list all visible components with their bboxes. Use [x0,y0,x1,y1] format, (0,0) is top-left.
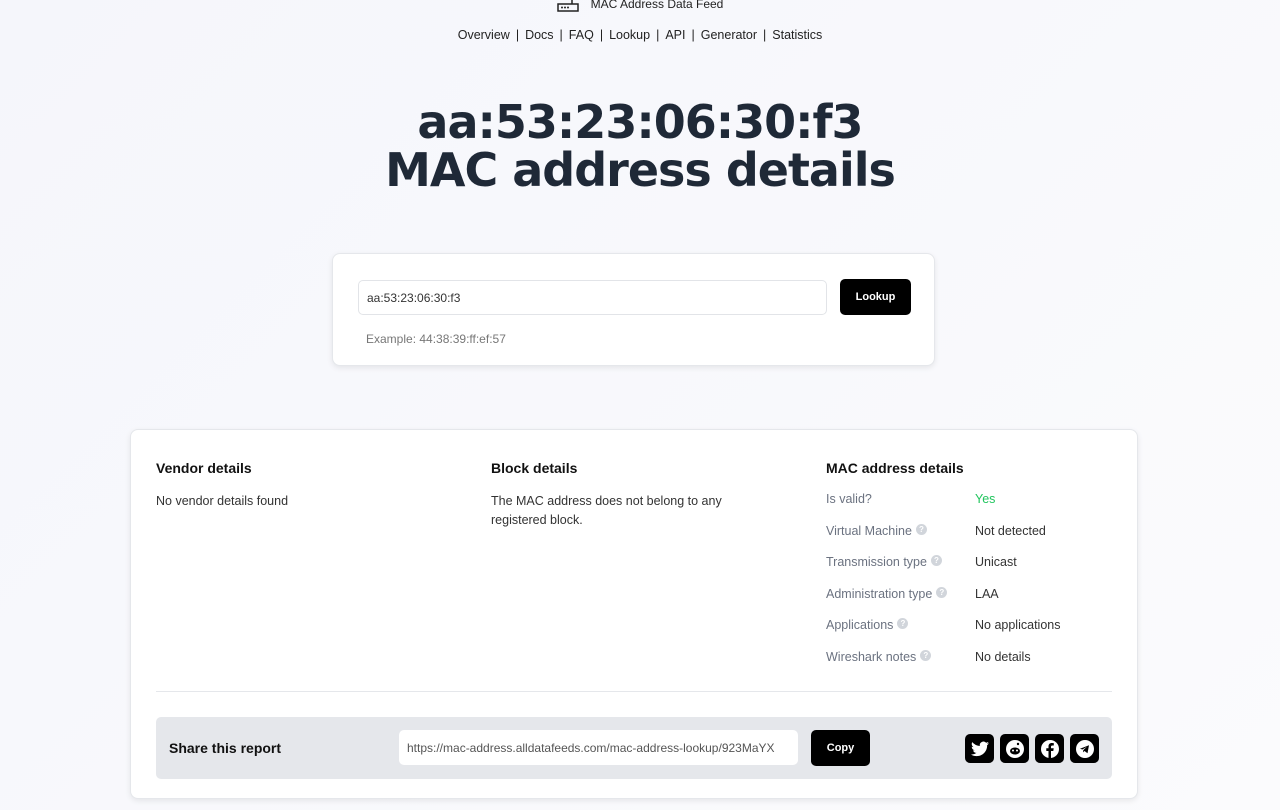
row-key: Transmission type [826,555,927,569]
copy-button[interactable]: Copy [811,730,870,766]
row-value: No applications [975,618,1061,632]
mac-detail-row: Transmission type? Unicast [826,555,1060,587]
row-label: Virtual Machine? [826,523,975,556]
mac-detail-row: Applications? No applications [826,618,1060,650]
row-key: Wireshark notes [826,649,917,664]
facebook-icon[interactable] [1035,734,1064,763]
nav-faq[interactable]: FAQ [569,28,594,42]
reddit-icon[interactable] [1000,734,1029,763]
nav-separator: | [599,28,604,42]
nav-docs[interactable]: Docs [525,28,553,42]
mac-input[interactable] [358,280,827,315]
mac-title: MAC address details [826,460,964,476]
share-url-input[interactable] [399,730,798,765]
help-icon[interactable]: ? [936,586,948,598]
row-label: Applications? [826,618,975,650]
row-value: No details [975,649,1031,664]
share-bar: Share this report Copy [156,717,1112,779]
row-label: Wireshark notes? [826,649,975,682]
mac-detail-row: Virtual Machine? Not detected [826,523,1060,556]
nav-separator: | [763,28,767,42]
page-title: aa:53:23:06:30:f3 MAC address details [0,98,1280,194]
row-key: Administration type [826,586,933,601]
row-label: Transmission type? [826,555,975,587]
example-text: Example: 44:38:39:ff:ef:57 [366,332,506,346]
lookup-button[interactable]: Lookup [840,279,911,315]
top-nav: Overview | Docs | FAQ | Lookup | API | Generator | S… [0,28,1280,42]
block-text: The MAC address does not belong to any r… [491,494,722,527]
row-label: Is valid? [826,492,975,524]
row-value: LAA [975,586,999,601]
block-title: Block details [491,460,578,476]
row-label: Administration type? [826,586,975,619]
mac-detail-row: Administration type? LAA [826,586,1060,619]
nav-api[interactable]: API [665,28,685,42]
vendor-details: Vendor details No vendor details found [156,460,288,511]
nav-separator: | [515,28,520,42]
brand-name: MAC Address Data Feed [590,0,724,11]
nav-separator: | [691,28,695,42]
twitter-icon[interactable] [965,734,994,763]
row-value: Yes [975,492,996,506]
divider [156,691,1112,692]
lookup-card: Lookup Example: 44:38:39:ff:ef:57 [332,253,935,366]
help-icon[interactable]: ? [920,649,932,661]
details-card: Vendor details No vendor details found Bl… [130,429,1138,799]
nav-statistics[interactable]: Statistics [772,28,822,42]
nav-overview[interactable]: Overview [458,28,510,42]
router-icon [556,0,579,12]
title-sub: MAC address details [385,143,896,197]
row-key: Applications [826,618,894,632]
vendor-title: Vendor details [156,460,252,476]
nav-separator: | [656,28,660,42]
telegram-icon[interactable] [1070,734,1099,763]
vendor-text: No vendor details found [156,494,289,508]
help-icon[interactable]: ? [930,555,942,566]
row-value: Not detected [975,523,1046,538]
mac-details: MAC address details Is valid? Yes Virtual M… [826,460,1060,681]
row-value: Unicast [975,555,1017,569]
help-icon[interactable]: ? [915,523,927,535]
block-details: Block details The MAC address does not be… [491,460,751,530]
mac-detail-row: Wireshark notes? No details [826,649,1060,682]
mac-detail-row: Is valid? Yes [826,492,1060,524]
row-key: Virtual Machine [826,523,912,538]
title-mac: aa:53:23:06:30:f3 [417,95,863,149]
brand[interactable]: MAC Address Data Feed [0,0,1280,12]
nav-generator[interactable]: Generator [701,28,757,42]
nav-lookup[interactable]: Lookup [609,28,650,42]
row-key: Is valid? [826,492,872,506]
share-label: Share this report [169,740,282,756]
help-icon[interactable]: ? [897,618,909,629]
nav-separator: | [559,28,563,42]
